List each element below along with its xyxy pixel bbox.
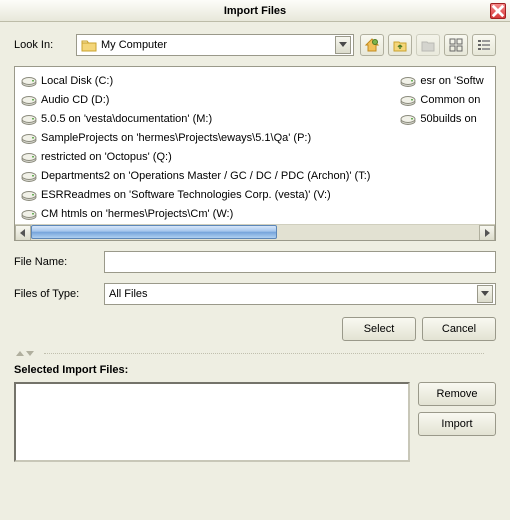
file-item-label: Audio CD (D:) (41, 94, 109, 106)
look-in-dropdown-arrow[interactable] (335, 36, 351, 54)
drive-icon (21, 150, 37, 164)
scroll-left-button[interactable] (15, 225, 31, 241)
drive-icon (21, 169, 37, 183)
cancel-button[interactable]: Cancel (422, 317, 496, 341)
file-item-label: 50builds on (420, 113, 476, 125)
file-item-label: SampleProjects on 'hermes\Projects\eways… (41, 132, 311, 144)
file-item-label: ESRReadmes on 'Software Technologies Cor… (41, 189, 331, 201)
import-button[interactable]: Import (418, 412, 496, 436)
file-item[interactable]: 50builds on (400, 110, 483, 127)
chevron-down-icon (481, 291, 489, 297)
filetype-value: All Files (109, 288, 477, 300)
look-in-value: My Computer (101, 39, 335, 51)
file-item-label: restricted on 'Octopus' (Q:) (41, 151, 172, 163)
file-item[interactable]: Audio CD (D:) (21, 91, 370, 108)
dialog-content: Look In: My Computer (0, 22, 510, 470)
drive-icon (21, 207, 37, 221)
chevron-down-icon (339, 42, 347, 48)
triangle-left-icon (20, 229, 26, 237)
file-item-label: 5.0.5 on 'vesta\documentation' (M:) (41, 113, 212, 125)
window-title: Import Files (224, 5, 286, 17)
details-view-button[interactable] (472, 34, 496, 56)
cancel-button-label: Cancel (442, 323, 476, 335)
selected-files-buttons: Remove Import (418, 382, 496, 462)
remove-button-label: Remove (437, 388, 478, 400)
triangle-up-icon (16, 351, 24, 356)
triangle-down-icon (26, 351, 34, 356)
folder-icon (81, 38, 97, 52)
file-item[interactable]: Local Disk (C:) (21, 72, 370, 89)
look-in-combo[interactable]: My Computer (76, 34, 354, 56)
file-column-1: Local Disk (C:) Audio CD (D:) 5.0.5 on 've… (21, 72, 370, 222)
scroll-thumb[interactable] (31, 225, 277, 239)
scroll-track[interactable] (31, 225, 479, 240)
remove-button[interactable]: Remove (418, 382, 496, 406)
file-item-label: esr on 'Softw (420, 75, 483, 87)
drive-icon (21, 188, 37, 202)
filetype-row: Files of Type: All Files (14, 283, 496, 305)
file-item[interactable]: Common on (400, 91, 483, 108)
selected-files-row: Remove Import (14, 382, 496, 462)
drive-icon (400, 93, 416, 107)
selected-files-heading: Selected Import Files: (14, 364, 496, 376)
new-folder-button (416, 34, 440, 56)
file-item[interactable]: 5.0.5 on 'vesta\documentation' (M:) (21, 110, 370, 127)
splitter[interactable] (10, 351, 500, 356)
triangle-right-icon (484, 229, 490, 237)
file-item-label: Common on (420, 94, 480, 106)
file-item[interactable]: esr on 'Softw (400, 72, 483, 89)
toolbar (360, 34, 496, 56)
drive-icon (21, 112, 37, 126)
file-item[interactable]: ESRReadmes on 'Software Technologies Cor… (21, 186, 370, 203)
file-item[interactable]: Departments2 on 'Operations Master / GC … (21, 167, 370, 184)
close-icon (491, 4, 505, 18)
file-column-2: esr on 'Softw Common on 50builds on (400, 72, 483, 222)
list-view-button[interactable] (444, 34, 468, 56)
look-in-label: Look In: (14, 39, 76, 51)
splitter-line (44, 353, 484, 354)
filetype-label: Files of Type: (14, 288, 104, 300)
drive-icon (21, 93, 37, 107)
filetype-dropdown-arrow[interactable] (477, 285, 493, 303)
filename-label: File Name: (14, 256, 104, 268)
import-button-label: Import (441, 418, 472, 430)
close-button[interactable] (490, 3, 506, 19)
drive-icon (21, 74, 37, 88)
selected-files-list[interactable] (14, 382, 410, 462)
file-list: Local Disk (C:) Audio CD (D:) 5.0.5 on 've… (15, 67, 495, 224)
file-item[interactable]: restricted on 'Octopus' (Q:) (21, 148, 370, 165)
file-list-area: Local Disk (C:) Audio CD (D:) 5.0.5 on 've… (14, 66, 496, 241)
up-folder-icon (392, 37, 408, 53)
home-button[interactable] (360, 34, 384, 56)
drive-icon (21, 131, 37, 145)
file-item-label: CM htmls on 'hermes\Projects\Cm' (W:) (41, 208, 233, 220)
horizontal-scrollbar[interactable] (15, 224, 495, 240)
file-item[interactable]: SampleProjects on 'hermes\Projects\eways… (21, 129, 370, 146)
filename-row: File Name: (14, 251, 496, 273)
filetype-combo[interactable]: All Files (104, 283, 496, 305)
list-view-icon (448, 37, 464, 53)
new-folder-icon (420, 37, 436, 53)
file-item-label: Local Disk (C:) (41, 75, 113, 87)
action-buttons: Select Cancel (14, 317, 496, 341)
look-in-row: Look In: My Computer (14, 34, 496, 56)
file-item[interactable]: CM htmls on 'hermes\Projects\Cm' (W:) (21, 205, 370, 222)
file-item-label: Departments2 on 'Operations Master / GC … (41, 170, 370, 182)
home-icon (364, 37, 380, 53)
drive-icon (400, 74, 416, 88)
splitter-grip[interactable] (16, 351, 34, 356)
titlebar: Import Files (0, 0, 510, 22)
drive-icon (400, 112, 416, 126)
filename-input[interactable] (104, 251, 496, 273)
details-view-icon (476, 37, 492, 53)
scroll-right-button[interactable] (479, 225, 495, 241)
select-button-label: Select (364, 323, 395, 335)
select-button[interactable]: Select (342, 317, 416, 341)
up-folder-button[interactable] (388, 34, 412, 56)
